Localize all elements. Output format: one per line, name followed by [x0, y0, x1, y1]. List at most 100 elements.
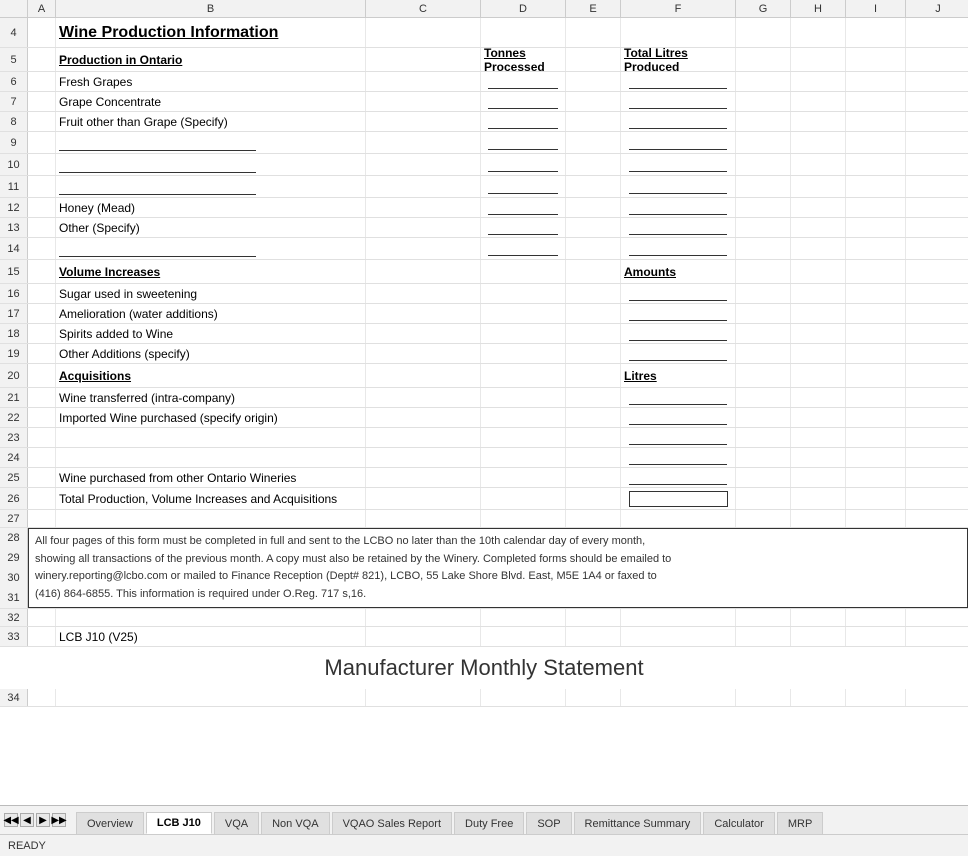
tab-next-button[interactable]: ▶ [36, 813, 50, 827]
cell-20e [566, 364, 621, 387]
wine-other-wineries-label: Wine purchased from other Ontario Wineri… [59, 471, 296, 485]
cell-23a [28, 428, 56, 447]
tab-nav-controls: ◀◀ ◀ ▶ ▶▶ [0, 813, 72, 827]
cell-20g [736, 364, 791, 387]
cell-10e [566, 154, 621, 175]
tab-lcb-j10[interactable]: LCB J10 [146, 812, 212, 834]
cell-32d [481, 609, 566, 626]
cell-17f[interactable] [621, 304, 736, 323]
cell-11f[interactable] [621, 176, 736, 197]
cell-19i [846, 344, 906, 363]
litres-label: Litres [624, 369, 657, 383]
cell-9b[interactable] [56, 132, 366, 153]
cell-26c [366, 488, 481, 509]
cell-14b[interactable] [56, 238, 366, 259]
sheet-tabs: Overview LCB J10 VQA Non VQA VQAO Sales … [72, 806, 968, 834]
cell-11b[interactable] [56, 176, 366, 197]
row-8: 8 Fruit other than Grape (Specify) [0, 112, 968, 132]
cell-18i [846, 324, 906, 343]
cell-6f[interactable] [621, 72, 736, 91]
cell-15j [906, 260, 968, 283]
cell-19f[interactable] [621, 344, 736, 363]
cell-21h [791, 388, 846, 407]
cell-8d[interactable] [481, 112, 566, 131]
cell-24b [56, 448, 366, 467]
cell-13f[interactable] [621, 218, 736, 237]
corner-cell [0, 0, 28, 17]
cell-14g [736, 238, 791, 259]
cell-5c [366, 48, 481, 71]
tab-vqao-sales[interactable]: VQAO Sales Report [332, 812, 452, 834]
cell-7f[interactable] [621, 92, 736, 111]
tab-non-vqa[interactable]: Non VQA [261, 812, 329, 834]
tab-calculator[interactable]: Calculator [703, 812, 775, 834]
cell-24g [736, 448, 791, 467]
cell-12b: Honey (Mead) [56, 198, 366, 217]
cell-32j [906, 609, 968, 626]
cell-11h [791, 176, 846, 197]
cell-9d[interactable] [481, 132, 566, 153]
cell-19g [736, 344, 791, 363]
cell-33a [28, 627, 56, 646]
cell-13d[interactable] [481, 218, 566, 237]
row-19: 19 Other Additions (specify) [0, 344, 968, 364]
cell-15b: Volume Increases [56, 260, 366, 283]
cell-27c [366, 510, 481, 527]
cell-11d[interactable] [481, 176, 566, 197]
cell-34i [846, 689, 906, 706]
cell-21f[interactable] [621, 388, 736, 407]
tab-sop[interactable]: SOP [526, 812, 571, 834]
cell-20a [28, 364, 56, 387]
cell-9c [366, 132, 481, 153]
cell-10b[interactable] [56, 154, 366, 175]
cell-25j [906, 468, 968, 487]
cell-33h [791, 627, 846, 646]
honey-mead-label: Honey (Mead) [59, 201, 135, 215]
cell-4a [28, 18, 56, 47]
tab-first-button[interactable]: ◀◀ [4, 813, 18, 827]
cell-5b: Production in Ontario [56, 48, 366, 71]
cell-26f[interactable] [621, 488, 736, 509]
col-header-d: D [481, 0, 566, 17]
tab-duty-free[interactable]: Duty Free [454, 812, 524, 834]
tab-vqa[interactable]: VQA [214, 812, 259, 834]
cell-25g [736, 468, 791, 487]
cell-24f[interactable] [621, 448, 736, 467]
cell-10f[interactable] [621, 154, 736, 175]
cell-22f[interactable] [621, 408, 736, 427]
tab-overview[interactable]: Overview [76, 812, 144, 834]
cell-14d[interactable] [481, 238, 566, 259]
cell-17b: Amelioration (water additions) [56, 304, 366, 323]
cell-27i [846, 510, 906, 527]
rownum-19: 19 [0, 344, 28, 363]
cell-8f[interactable] [621, 112, 736, 131]
grid-body: 4 Wine Production Information 5 Producti… [0, 18, 968, 805]
cell-18f[interactable] [621, 324, 736, 343]
cell-25d [481, 468, 566, 487]
cell-8i [846, 112, 906, 131]
cell-16f[interactable] [621, 284, 736, 303]
cell-10d[interactable] [481, 154, 566, 175]
cell-14j [906, 238, 968, 259]
cell-12f[interactable] [621, 198, 736, 217]
cell-7d[interactable] [481, 92, 566, 111]
tab-remittance[interactable]: Remittance Summary [574, 812, 702, 834]
cell-14f[interactable] [621, 238, 736, 259]
cell-25f[interactable] [621, 468, 736, 487]
tab-mrp[interactable]: MRP [777, 812, 823, 834]
row-10: 10 [0, 154, 968, 176]
cell-9f[interactable] [621, 132, 736, 153]
cell-20i [846, 364, 906, 387]
tab-prev-button[interactable]: ◀ [20, 813, 34, 827]
cell-11c [366, 176, 481, 197]
rownum-33: 33 [0, 627, 28, 646]
cell-22j [906, 408, 968, 427]
tab-last-button[interactable]: ▶▶ [52, 813, 66, 827]
cell-18a [28, 324, 56, 343]
cell-6d[interactable] [481, 72, 566, 91]
cell-18d [481, 324, 566, 343]
cell-27g [736, 510, 791, 527]
cell-23f[interactable] [621, 428, 736, 447]
cell-12d[interactable] [481, 198, 566, 217]
rownum-14: 14 [0, 238, 28, 259]
